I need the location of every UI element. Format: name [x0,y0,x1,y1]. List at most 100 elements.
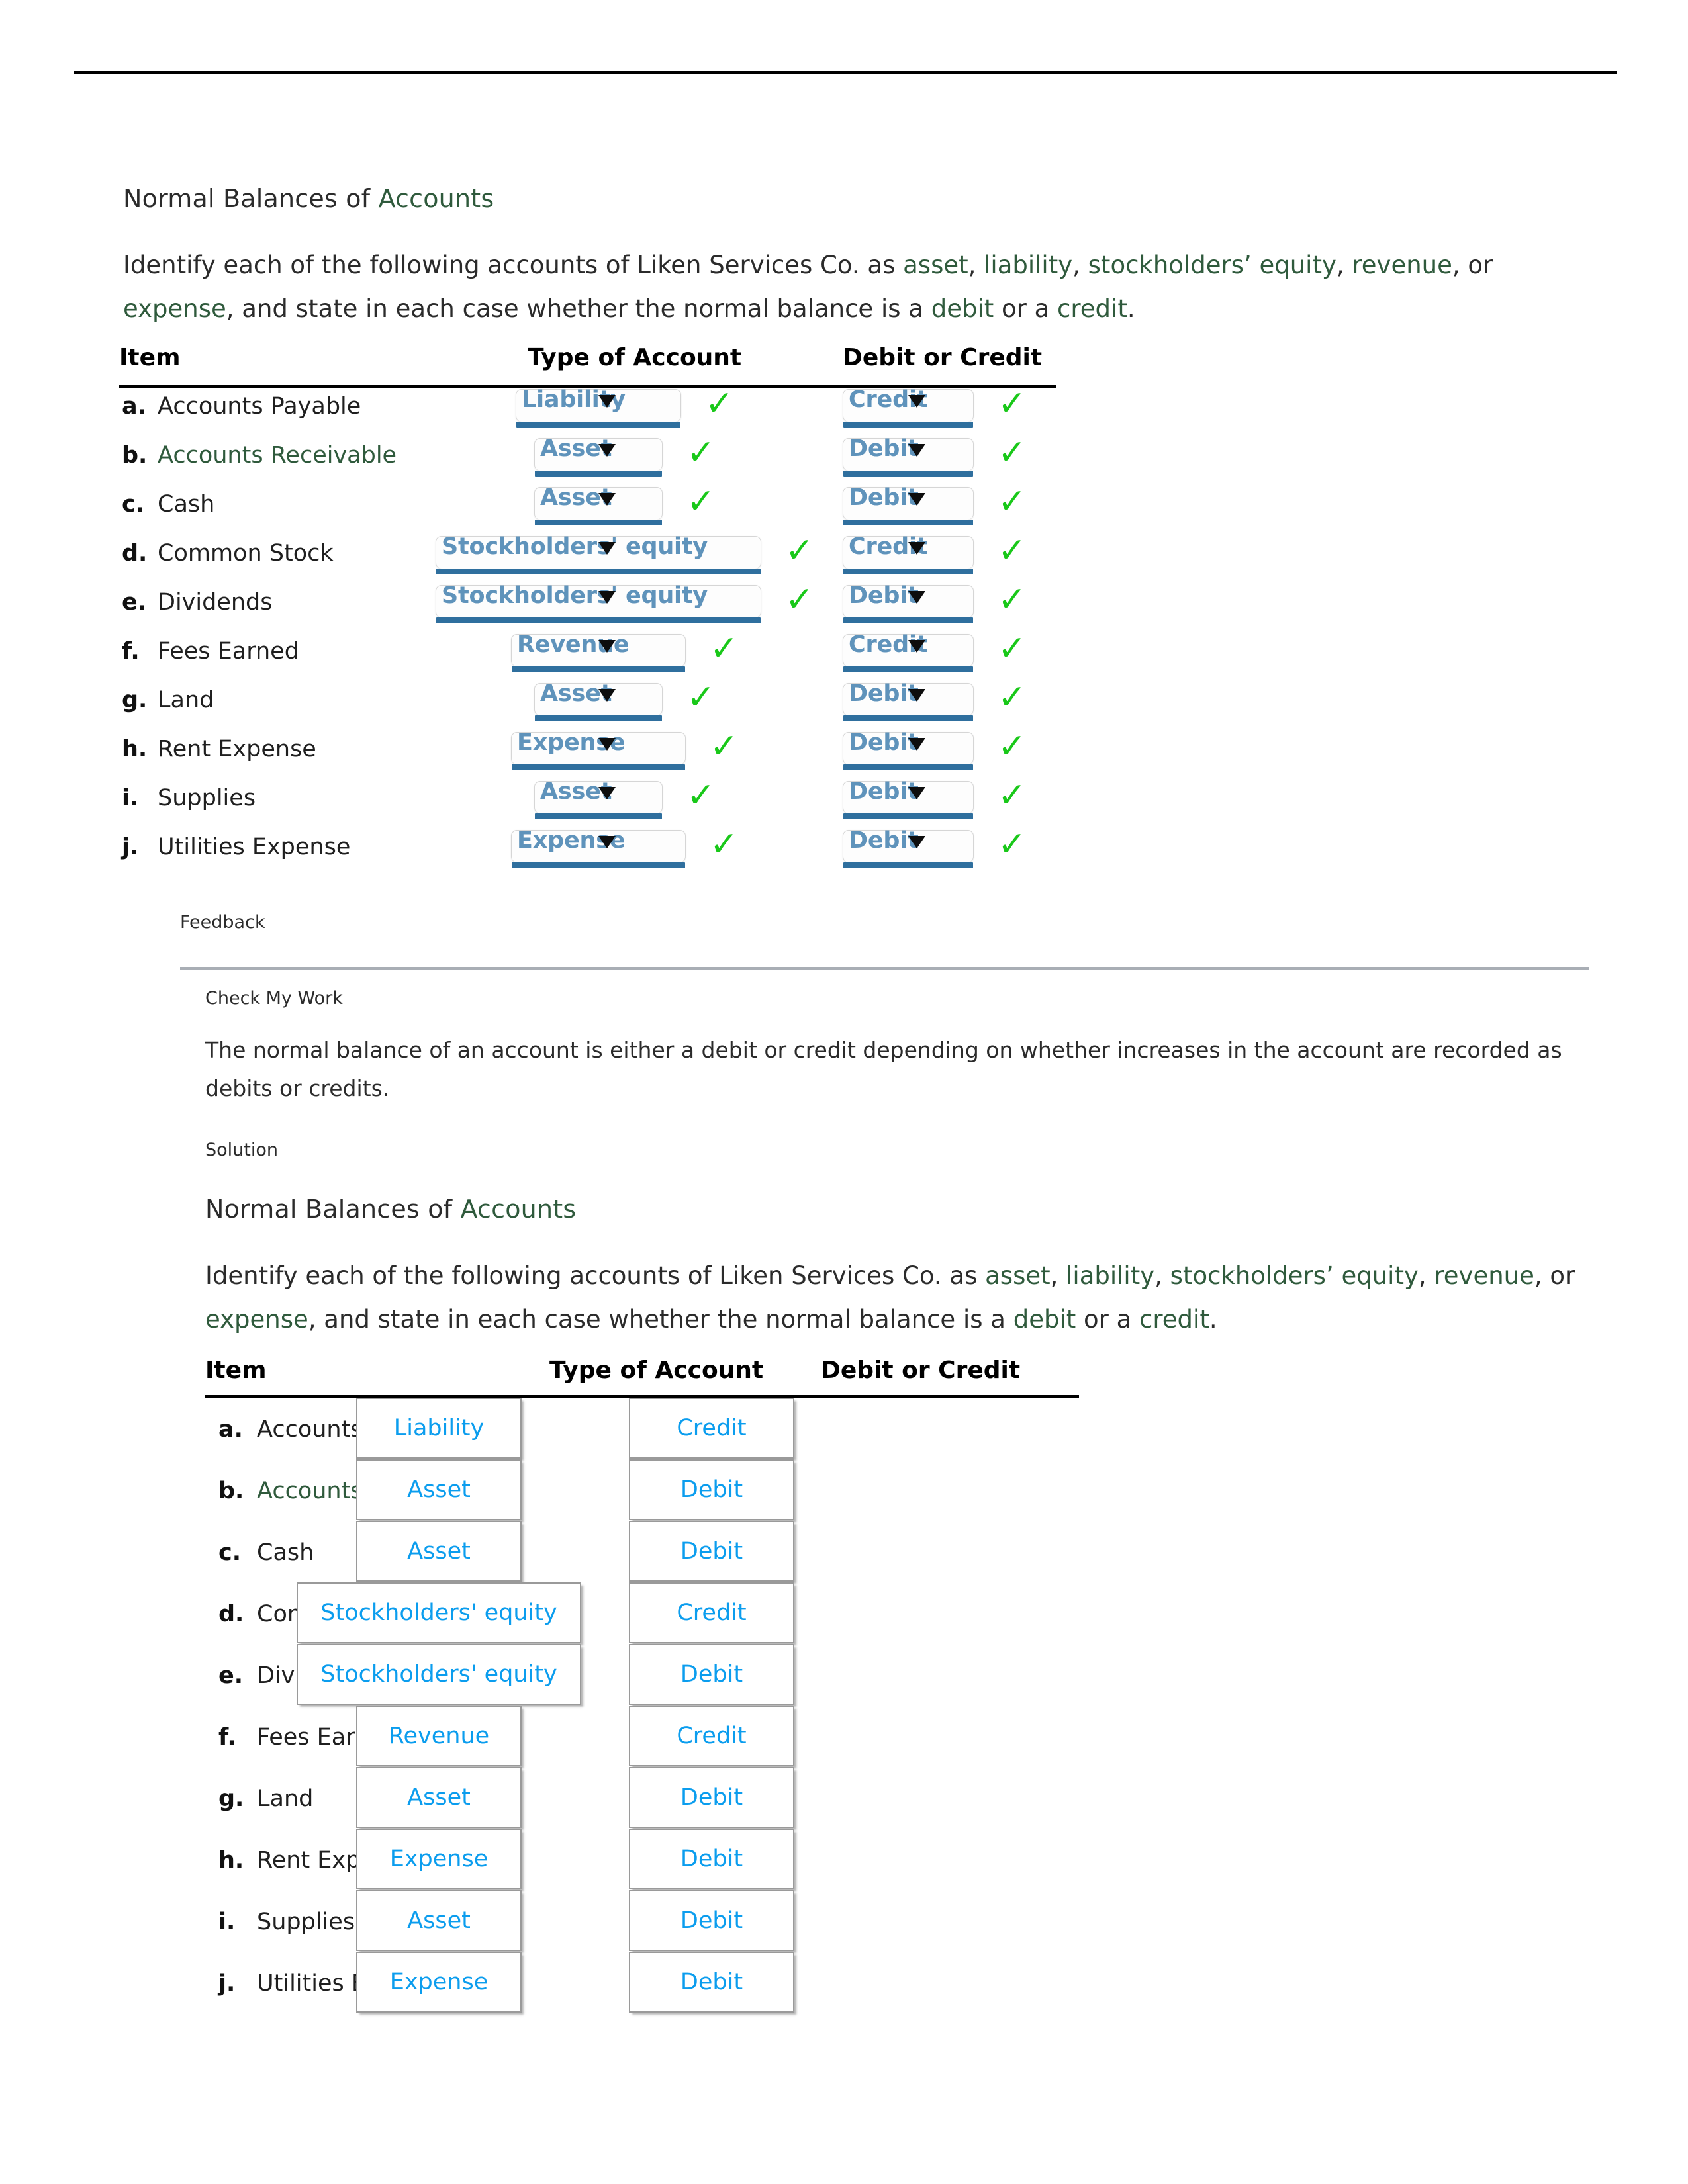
solution-prompt-or: or [1550,1261,1575,1290]
debit-or-credit-select[interactable]: Credit [843,631,974,672]
check-icon-type: ✓ [710,727,739,766]
table-row: d.Common StockStockholders' equityCredit [205,1582,1086,1644]
check-icon-type: ✓ [785,580,814,619]
debit-or-credit-select[interactable]: Debit [843,827,974,868]
chevron-down-icon [908,640,925,653]
type-of-account-select[interactable]: Asset [534,778,663,819]
select-underline [843,764,973,770]
type-of-account-select[interactable]: Liability [516,387,681,428]
table-row: i. Supplies Asset Debit [205,1890,1086,1952]
row-letter: b. [122,442,148,469]
check-icon-debit-credit: ✓ [998,482,1027,522]
row-account-name: Accounts Payable [158,393,361,420]
prompt-sep-3: , [1336,251,1352,279]
prompt-sep-2: , [1072,251,1088,279]
row-letter: f. [122,638,140,664]
solution-term-equity: stockholders’ equity [1170,1261,1419,1290]
row-account-name: Land [158,687,214,713]
row-letter: e. [122,589,147,615]
table-row: a.Accounts PayableLiabilityCredit [205,1398,1086,1459]
table-row: c. Cash Asset Debit [205,1521,1086,1582]
chevron-down-icon [908,444,925,457]
debit-or-credit-select[interactable]: Debit [843,582,974,623]
solution-debit-or-credit-box: Credit [629,1582,794,1643]
debit-or-credit-select[interactable]: Debit [843,435,974,477]
type-of-account-select[interactable]: Asset [534,435,663,477]
table-row: j. Utilities Expense Expense Debit [205,1952,1086,2013]
debit-or-credit-select[interactable]: Credit [843,533,974,574]
select-underline [843,617,973,623]
check-my-work-line2: debits or credits. [205,1075,390,1101]
box-value: Revenue [388,1723,490,1749]
chevron-down-icon [598,738,616,751]
chevron-down-icon [598,836,616,848]
box-value: Debit [680,1969,743,1995]
chevron-down-icon [598,591,616,604]
type-of-account-select[interactable]: Expense [511,827,686,868]
check-my-work-label: Check My Work [205,988,343,1009]
select-underline [512,764,685,770]
row-account-name: Cash [158,491,215,518]
solution-type-of-account-box: Revenue [356,1706,522,1766]
table-row: b.Accounts ReceivableAssetDebit [205,1459,1086,1521]
select-underline [535,471,662,477]
question-title-plain: Normal Balances of [123,184,379,213]
select-underline [843,862,973,868]
debit-or-credit-select[interactable]: Credit [843,387,974,428]
chevron-down-icon [908,395,925,408]
box-value: Asset [407,1477,471,1503]
question-title-accent: Accounts [378,184,494,213]
check-icon-type: ✓ [686,433,716,473]
table-row: a. Accounts Payable Liability Credit ✓ ✓ [119,385,1059,434]
solution-type-of-account-box: Asset [356,1890,522,1951]
box-value: Debit [680,1661,743,1688]
table-row: b. Accounts Receivable Asset Debit ✓ ✓ [119,434,1059,483]
solution-debit-or-credit-box: Debit [629,1952,794,2013]
row-account-name: Dividends [158,589,273,615]
solution-type-of-account-box: Expense [356,1952,522,2013]
type-of-account-select[interactable]: Stockholders' equity [436,533,761,574]
solution-table-body: a.Accounts PayableLiabilityCreditb.Accou… [205,1398,1086,2013]
solution-term-asset: asset [985,1261,1051,1290]
type-of-account-select[interactable]: Revenue [511,631,686,672]
debit-or-credit-select[interactable]: Debit [843,484,974,525]
solution-prompt-end2: . [1209,1305,1217,1334]
answer-table: Item Type of Account Debit or Credit a. A… [119,344,1059,875]
solution-term-debit: debit [1013,1305,1076,1334]
prompt-term-equity: stockholders’ equity [1088,251,1336,279]
box-value: Asset [407,1907,471,1934]
prompt-text-a: Identify each of the following accounts … [123,251,904,279]
document-page: Normal Balances of Accounts Identify eac… [0,0,1688,2184]
debit-or-credit-select[interactable]: Debit [843,680,974,721]
chevron-down-icon [598,493,616,506]
check-icon-debit-credit: ✓ [998,629,1027,668]
box-value: Expense [389,1969,489,1995]
type-of-account-select[interactable]: Stockholders' equity [436,582,761,623]
table-row: j. Utilities Expense Expense Debit ✓ ✓ [119,826,1059,875]
prompt-text-mid: , and state in each case whether the nor… [226,295,931,323]
prompt-term-credit: credit [1057,295,1127,323]
page-top-rule [74,71,1617,74]
header-debit-or-credit: Debit or Credit [843,344,1043,371]
row-letter: a. [218,1416,243,1443]
type-of-account-select[interactable]: Expense [511,729,686,770]
check-icon-debit-credit: ✓ [998,384,1027,424]
check-icon-debit-credit: ✓ [998,678,1027,717]
chevron-down-icon [908,689,925,702]
type-of-account-select[interactable]: Asset [534,484,663,525]
box-value: Credit [677,1415,747,1441]
solution-term-expense: expense [205,1305,308,1334]
solution-prompt-or2: or a [1076,1305,1140,1334]
solution-type-of-account-box: Expense [356,1829,522,1889]
feedback-label: Feedback [180,912,265,933]
table-row: h. Rent Expense Expense Debit [205,1829,1086,1890]
chevron-down-icon [908,493,925,506]
chevron-down-icon [908,836,925,848]
row-letter: j. [122,834,139,860]
debit-or-credit-select[interactable]: Debit [843,778,974,819]
row-letter: a. [122,393,146,420]
type-of-account-select[interactable]: Asset [534,680,663,721]
check-icon-type: ✓ [785,531,814,570]
row-account-name: Supplies [257,1909,355,1935]
debit-or-credit-select[interactable]: Debit [843,729,974,770]
